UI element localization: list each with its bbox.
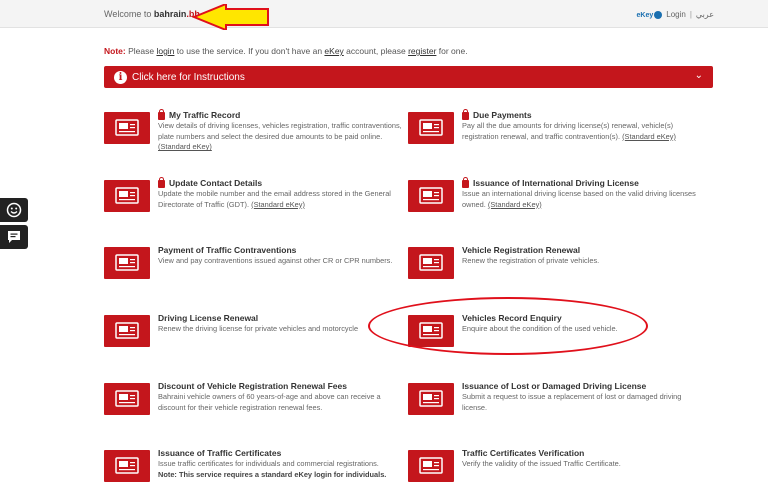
service-note: Note: This service requires a standard e…: [158, 469, 387, 479]
login-note: Note: Please login to use the service. I…: [104, 46, 468, 56]
standard-ekey-link[interactable]: (Standard eKey): [158, 142, 212, 151]
login-link-note[interactable]: login: [156, 46, 174, 56]
service-thumbnail-icon[interactable]: [408, 383, 454, 415]
service-description: View details of driving licenses, vehicl…: [158, 121, 402, 152]
standard-ekey-link[interactable]: (Standard eKey): [622, 132, 676, 141]
lock-icon: [158, 109, 165, 120]
service-title[interactable]: Discount of Vehicle Registration Renewal…: [158, 381, 347, 391]
service-description: Renew the registration of private vehicl…: [462, 256, 600, 265]
annotation-circle: [368, 297, 648, 355]
service-tile[interactable]: Traffic Certificates Verification Verify …: [408, 448, 708, 490]
smiley-icon: [6, 202, 22, 218]
service-title[interactable]: Issuance of International Driving Licens…: [462, 177, 639, 188]
service-tile[interactable]: Issuance of Lost or Damaged Driving Lice…: [408, 381, 708, 437]
service-description: View and pay contraventions issued again…: [158, 256, 393, 265]
service-thumbnail-icon[interactable]: [104, 450, 150, 482]
service-thumbnail-icon[interactable]: [408, 180, 454, 212]
service-title[interactable]: My Traffic Record: [158, 109, 240, 120]
service-tile[interactable]: Due Payments Pay all the due amounts for …: [408, 109, 708, 166]
service-title[interactable]: Issuance of Lost or Damaged Driving Lice…: [462, 381, 646, 391]
ekey-logo-icon: eKey: [637, 10, 663, 19]
service-title[interactable]: Payment of Traffic Contraventions: [158, 245, 296, 255]
link-separator: |: [689, 10, 692, 19]
service-thumbnail-icon[interactable]: [408, 112, 454, 144]
service-thumbnail-icon[interactable]: [408, 450, 454, 482]
annotation-arrow: [192, 4, 269, 30]
service-title[interactable]: Vehicle Registration Renewal: [462, 245, 580, 255]
service-tile[interactable]: Update Contact Details Update the mobile …: [104, 177, 404, 234]
feedback-chat-button[interactable]: [0, 225, 28, 249]
standard-ekey-link[interactable]: (Standard eKey): [488, 200, 542, 209]
lock-icon: [158, 177, 165, 188]
top-bar: Welcome to bahrain.bh eKey Login | عربي: [0, 0, 768, 30]
service-tile[interactable]: My Traffic Record View details of driving…: [104, 109, 404, 166]
service-thumbnail-icon[interactable]: [408, 247, 454, 279]
service-title[interactable]: Traffic Certificates Verification: [462, 448, 584, 458]
service-description: Renew the driving license for private ve…: [158, 324, 359, 333]
service-tile[interactable]: Driving License Renewal Renew the driving…: [104, 313, 404, 369]
login-link[interactable]: Login: [666, 10, 686, 19]
lock-icon: [462, 177, 469, 188]
info-icon: i: [114, 70, 127, 84]
instructions-label: Click here for Instructions: [132, 71, 245, 83]
ekey-link[interactable]: eKey: [324, 46, 343, 56]
chat-icon: [8, 231, 20, 243]
service-description: Submit a request to issue a replacement …: [462, 392, 682, 412]
service-title[interactable]: Issuance of Traffic Certificates: [158, 448, 281, 458]
service-tile[interactable]: Discount of Vehicle Registration Renewal…: [104, 381, 404, 437]
welcome-text: Welcome to bahrain.bh: [104, 9, 200, 19]
service-description: Pay all the due amounts for driving lice…: [462, 121, 676, 141]
service-description: Verify the validity of the issued Traffi…: [462, 459, 621, 468]
service-description: Update the mobile number and the email a…: [158, 189, 391, 209]
standard-ekey-link[interactable]: (Standard eKey): [251, 200, 305, 209]
service-thumbnail-icon[interactable]: [104, 112, 150, 144]
service-description: Bahraini vehicle owners of 60 years-of-a…: [158, 392, 381, 412]
service-tile[interactable]: Issuance of International Driving Licens…: [408, 177, 708, 234]
service-tile[interactable]: Vehicle Registration Renewal Renew the re…: [408, 245, 708, 301]
language-link[interactable]: عربي: [696, 10, 714, 19]
feedback-smiley-button[interactable]: [0, 198, 28, 222]
lock-icon: [462, 109, 469, 120]
service-thumbnail-icon[interactable]: [104, 383, 150, 415]
service-title[interactable]: Driving License Renewal: [158, 313, 258, 323]
service-thumbnail-icon[interactable]: [104, 180, 150, 212]
service-thumbnail-icon[interactable]: [104, 315, 150, 347]
service-tile[interactable]: Payment of Traffic Contraventions View an…: [104, 245, 404, 301]
service-tile[interactable]: Issuance of Traffic Certificates Issue tr…: [104, 448, 404, 490]
service-title[interactable]: Due Payments: [462, 109, 532, 120]
register-link[interactable]: register: [408, 46, 436, 56]
top-right-links: eKey Login | عربي: [637, 10, 714, 19]
service-description: Issue an international driving license b…: [462, 189, 696, 209]
chevron-down-icon: ⌄: [694, 70, 703, 81]
service-description: Issue traffic certificates for individua…: [158, 459, 387, 479]
instructions-toggle[interactable]: i Click here for Instructions ⌄: [104, 66, 713, 88]
service-thumbnail-icon[interactable]: [104, 247, 150, 279]
service-title[interactable]: Update Contact Details: [158, 177, 262, 188]
